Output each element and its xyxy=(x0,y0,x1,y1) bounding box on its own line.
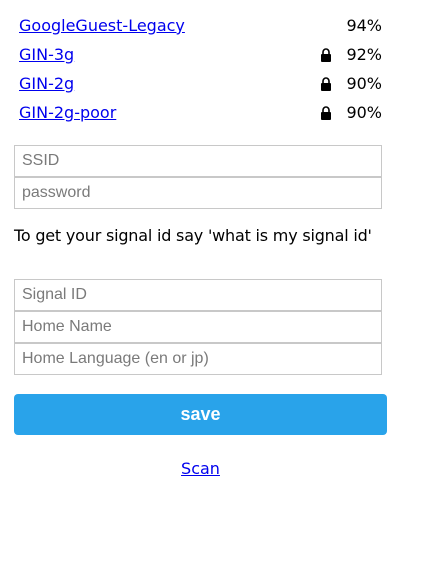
ssid-input[interactable] xyxy=(14,145,382,177)
network-list: GoogleGuest-Legacy 94% GIN-3g 92% GIN-2g… xyxy=(14,12,382,128)
network-row: GIN-2g 90% xyxy=(14,70,382,99)
home-language-input[interactable] xyxy=(14,343,382,375)
network-link-googleguest-legacy[interactable]: GoogleGuest-Legacy xyxy=(19,16,185,36)
home-name-input[interactable] xyxy=(14,311,382,343)
signal-id-input[interactable] xyxy=(14,279,382,311)
password-input[interactable] xyxy=(14,177,382,209)
signal-strength: 90% xyxy=(346,74,382,93)
signal-strength: 90% xyxy=(346,103,382,122)
network-link-gin-3g[interactable]: GIN-3g xyxy=(19,45,74,65)
lock-icon xyxy=(321,77,331,91)
scan-link-container: Scan xyxy=(0,459,401,479)
network-link-gin-2g-poor[interactable]: GIN-2g-poor xyxy=(19,103,116,123)
lock-icon xyxy=(321,106,331,120)
save-button[interactable]: save xyxy=(14,394,387,435)
network-row: GIN-2g-poor 90% xyxy=(14,99,382,128)
network-row: GIN-3g 92% xyxy=(14,41,382,70)
signal-strength: 94% xyxy=(346,16,382,35)
signal-id-hint: To get your signal id say 'what is my si… xyxy=(14,226,372,245)
scan-link[interactable]: Scan xyxy=(181,459,220,478)
network-row: GoogleGuest-Legacy 94% xyxy=(14,12,382,41)
signal-strength: 92% xyxy=(346,45,382,64)
network-link-gin-2g[interactable]: GIN-2g xyxy=(19,74,74,94)
lock-icon xyxy=(321,48,331,62)
